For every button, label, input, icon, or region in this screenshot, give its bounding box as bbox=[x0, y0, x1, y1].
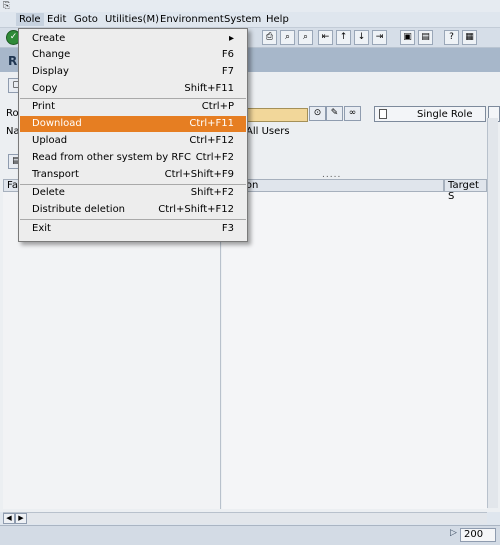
print-icon[interactable]: ⎙ bbox=[262, 30, 277, 45]
menu-item-label: Upload bbox=[32, 135, 68, 146]
menu-item-delete[interactable]: Delete Shift+F2 bbox=[20, 185, 246, 201]
menu-item-label: Display bbox=[32, 66, 69, 77]
menu-item-label: Create bbox=[32, 33, 66, 44]
menu-utilities[interactable]: Utilities(M) bbox=[102, 13, 162, 26]
layout-icon[interactable]: ▦ bbox=[462, 30, 477, 45]
status-system-field: 200 bbox=[460, 528, 496, 542]
help-icon[interactable]: ? bbox=[444, 30, 459, 45]
menu-item-label: Change bbox=[32, 49, 71, 60]
document-icon bbox=[379, 109, 387, 119]
edit-pencil-icon[interactable]: ✎ bbox=[326, 106, 343, 121]
menu-item-shortcut: Ctrl+Shift+F12 bbox=[158, 204, 234, 215]
menu-item-label: Copy bbox=[32, 83, 58, 94]
menu-item-create[interactable]: Create ▸ bbox=[20, 31, 246, 47]
menu-item-copy[interactable]: Copy Shift+F11 bbox=[20, 81, 246, 97]
single-role-button-label: Single Role bbox=[417, 109, 473, 120]
scroll-left-icon[interactable]: ◀ bbox=[3, 513, 15, 524]
menu-edit[interactable]: Edit bbox=[44, 13, 69, 26]
menu-item-change[interactable]: Change F6 bbox=[20, 47, 246, 63]
menu-item-shortcut: F6 bbox=[221, 49, 234, 60]
menu-item-shortcut: F3 bbox=[221, 223, 234, 234]
find-next-icon[interactable]: ⌕ bbox=[298, 30, 313, 45]
page-title: R bbox=[8, 54, 18, 68]
submenu-arrow-icon: ▸ bbox=[228, 33, 234, 44]
menu-item-print[interactable]: Print Ctrl+P bbox=[20, 99, 246, 115]
vertical-scrollbar[interactable] bbox=[487, 118, 498, 508]
single-role-button[interactable]: Single Role bbox=[374, 106, 486, 122]
menu-environment[interactable]: Environment bbox=[157, 13, 227, 26]
menu-item-distribute-deletion[interactable]: Distribute deletion Ctrl+Shift+F12 bbox=[20, 202, 246, 218]
role-field-label: Ro bbox=[6, 108, 19, 119]
menu-help[interactable]: Help bbox=[263, 13, 292, 26]
menu-item-shortcut: Shift+F11 bbox=[184, 83, 234, 94]
menu-item-download[interactable]: Download Ctrl+F11 bbox=[20, 116, 246, 132]
status-expand-icon[interactable]: ▷ bbox=[450, 528, 457, 538]
menu-item-read-from-rfc[interactable]: Read from other system by RFC Ctrl+F2 bbox=[20, 150, 246, 166]
menu-separator bbox=[20, 219, 246, 220]
menu-item-label: Transport bbox=[32, 169, 79, 180]
menu-item-shortcut: F7 bbox=[221, 66, 234, 77]
horizontal-scrollbar[interactable]: ◀ ▶ bbox=[3, 512, 487, 524]
menu-item-shortcut: Shift+F2 bbox=[190, 187, 234, 198]
menu-item-shortcut: Ctrl+F2 bbox=[195, 152, 234, 163]
menu-item-label: Distribute deletion bbox=[32, 204, 126, 215]
right-list-panel bbox=[222, 179, 487, 509]
all-users-label: All Users bbox=[246, 126, 290, 137]
window-titlebar: ⎘ bbox=[0, 0, 500, 12]
display-glasses-icon[interactable]: ∞ bbox=[344, 106, 361, 121]
new-session-icon[interactable]: ▣ bbox=[400, 30, 415, 45]
menu-item-shortcut: Ctrl+F11 bbox=[189, 118, 234, 129]
menu-item-label: Print bbox=[32, 101, 56, 112]
menu-role[interactable]: Role bbox=[16, 13, 44, 26]
menu-item-shortcut: Ctrl+P bbox=[201, 101, 234, 112]
menu-item-upload[interactable]: Upload Ctrl+F12 bbox=[20, 133, 246, 149]
window-menu-icon[interactable]: ⎘ bbox=[3, 1, 10, 11]
role-menu-dropdown: Create ▸ Change F6 Display F7 Copy Shift… bbox=[18, 28, 248, 242]
last-page-icon[interactable]: ⇥ bbox=[372, 30, 387, 45]
menu-system[interactable]: System bbox=[221, 13, 264, 26]
menu-item-label: Download bbox=[32, 118, 82, 129]
menu-item-shortcut: Ctrl+Shift+F9 bbox=[164, 169, 234, 180]
menu-goto[interactable]: Goto bbox=[71, 13, 101, 26]
role-search-icon[interactable]: ⊙ bbox=[309, 106, 326, 121]
menu-bar: Role Edit Goto Utilities(M) Environment … bbox=[0, 12, 500, 28]
find-icon[interactable]: ⌕ bbox=[280, 30, 295, 45]
menu-item-label: Exit bbox=[32, 223, 51, 234]
description-column-header[interactable]: ription bbox=[222, 179, 444, 192]
menu-item-transport[interactable]: Transport Ctrl+Shift+F9 bbox=[20, 167, 246, 183]
shortcut-icon[interactable]: ▤ bbox=[418, 30, 433, 45]
menu-item-shortcut: Ctrl+F12 bbox=[189, 135, 234, 146]
menu-item-display[interactable]: Display F7 bbox=[20, 64, 246, 80]
status-bar bbox=[0, 525, 500, 545]
menu-item-label: Read from other system by RFC bbox=[32, 152, 192, 163]
target-system-column-header[interactable]: Target S bbox=[444, 179, 487, 202]
menu-item-label: Delete bbox=[32, 187, 65, 198]
previous-page-icon[interactable]: ↑ bbox=[336, 30, 351, 45]
next-page-icon[interactable]: ↓ bbox=[354, 30, 369, 45]
role-input[interactable] bbox=[246, 108, 308, 122]
first-page-icon[interactable]: ⇤ bbox=[318, 30, 333, 45]
menu-item-exit[interactable]: Exit F3 bbox=[20, 221, 246, 237]
scroll-right-icon[interactable]: ▶ bbox=[15, 513, 27, 524]
